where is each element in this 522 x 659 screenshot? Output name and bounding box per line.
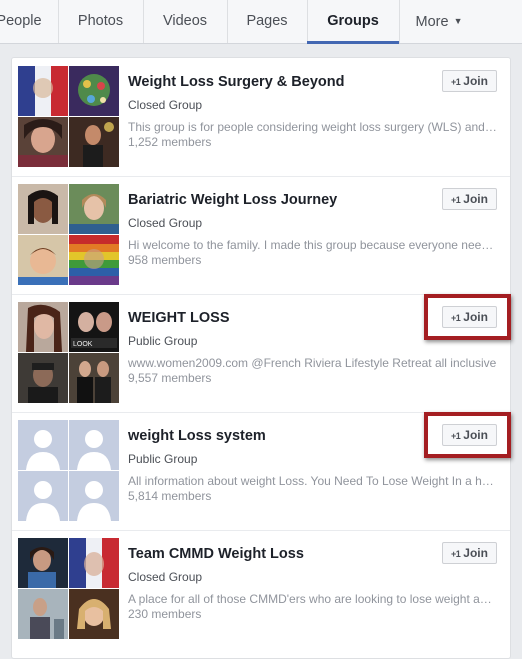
member-photo	[69, 184, 119, 234]
group-privacy: Closed Group	[128, 216, 203, 230]
join-label: Join	[463, 546, 488, 560]
group-photo-grid[interactable]	[18, 66, 119, 167]
member-photo	[18, 66, 68, 116]
member-photo	[69, 538, 119, 588]
svg-text:LOOK: LOOK	[73, 341, 93, 348]
highlight-annotation	[424, 294, 511, 340]
member-photo	[18, 184, 68, 234]
member-photo	[69, 235, 119, 285]
group-name[interactable]: Weight Loss Surgery & Beyond	[128, 74, 344, 90]
tab-label: Groups	[327, 13, 379, 29]
group-member-count: 958 members	[128, 253, 202, 267]
caret-down-icon: ▼	[453, 16, 463, 26]
group-results-list: Weight Loss Surgery & Beyond Closed Grou…	[11, 57, 511, 659]
member-photo	[18, 117, 68, 167]
member-photo	[69, 353, 119, 403]
join-label: Join	[463, 74, 488, 88]
group-name[interactable]: Bariatric Weight Loss Journey	[128, 192, 337, 208]
group-member-count: 230 members	[128, 607, 202, 621]
highlight-annotation	[424, 412, 511, 458]
search-filter-tabs: People Photos Videos Pages Groups More ▼	[0, 0, 522, 44]
tab-label: Photos	[77, 13, 124, 29]
group-member-count: 5,814 members	[128, 489, 212, 503]
group-name[interactable]: Team CMMD Weight Loss	[128, 546, 304, 562]
group-result-row: weight Loss system Public Group All info…	[12, 412, 511, 531]
tab-label: Pages	[246, 13, 288, 29]
group-description: A place for all of those CMMD'ers who ar…	[128, 592, 498, 606]
group-name[interactable]: weight Loss system	[128, 428, 266, 444]
add-friend-icon: +1	[451, 549, 461, 559]
group-privacy: Closed Group	[128, 98, 203, 112]
group-photo-grid[interactable]	[18, 538, 119, 639]
add-friend-icon: +1	[451, 77, 461, 87]
group-result-row: LOOK WEIGHT LOSS Public Group www.women2…	[12, 294, 511, 413]
tab-more[interactable]: More ▼	[399, 0, 479, 43]
member-photo	[18, 302, 68, 352]
group-name[interactable]: WEIGHT LOSS	[128, 310, 230, 326]
tab-pages[interactable]: Pages	[227, 0, 308, 43]
join-button[interactable]: +1 Join	[442, 542, 497, 564]
tab-videos[interactable]: Videos	[143, 0, 228, 43]
tab-groups[interactable]: Groups	[307, 0, 400, 44]
group-description: All information about weight Loss. You N…	[128, 474, 498, 488]
join-button[interactable]: +1 Join	[442, 188, 497, 210]
member-photo	[18, 235, 68, 285]
tab-people[interactable]: People	[0, 0, 59, 43]
tab-label: People	[0, 13, 42, 29]
tab-label: Videos	[162, 13, 208, 29]
member-photo	[18, 589, 68, 639]
tab-label: More	[415, 14, 449, 30]
member-photo	[69, 117, 119, 167]
group-photo-grid[interactable]	[18, 184, 119, 285]
group-member-count: 9,557 members	[128, 371, 212, 385]
join-button[interactable]: +1 Join	[442, 70, 497, 92]
group-photo-grid[interactable]: LOOK	[18, 302, 119, 403]
tab-photos[interactable]: Photos	[58, 0, 144, 43]
default-avatar-icon	[69, 471, 119, 521]
member-photo	[18, 353, 68, 403]
group-member-count: 1,252 members	[128, 135, 212, 149]
member-photo	[18, 538, 68, 588]
default-avatar-icon	[18, 420, 68, 470]
group-result-row: Bariatric Weight Loss Journey Closed Gro…	[12, 176, 510, 295]
group-description: www.women2009.com @French Riviera Lifest…	[128, 356, 497, 370]
group-description: This group is for people considering wei…	[128, 120, 498, 134]
add-friend-icon: +1	[451, 195, 461, 205]
member-photo: LOOK	[69, 302, 119, 352]
default-avatar-icon	[18, 471, 68, 521]
group-privacy: Public Group	[128, 334, 198, 348]
group-description: Hi welcome to the family. I made this gr…	[128, 238, 498, 252]
member-photo	[69, 589, 119, 639]
member-photo	[69, 66, 119, 116]
group-privacy: Public Group	[128, 452, 198, 466]
default-avatar-icon	[69, 420, 119, 470]
group-photo-grid[interactable]	[18, 420, 119, 521]
group-privacy: Closed Group	[128, 570, 203, 584]
join-label: Join	[463, 192, 488, 206]
group-result-row: Weight Loss Surgery & Beyond Closed Grou…	[12, 58, 510, 177]
group-result-row: Team CMMD Weight Loss Closed Group A pla…	[12, 530, 510, 648]
